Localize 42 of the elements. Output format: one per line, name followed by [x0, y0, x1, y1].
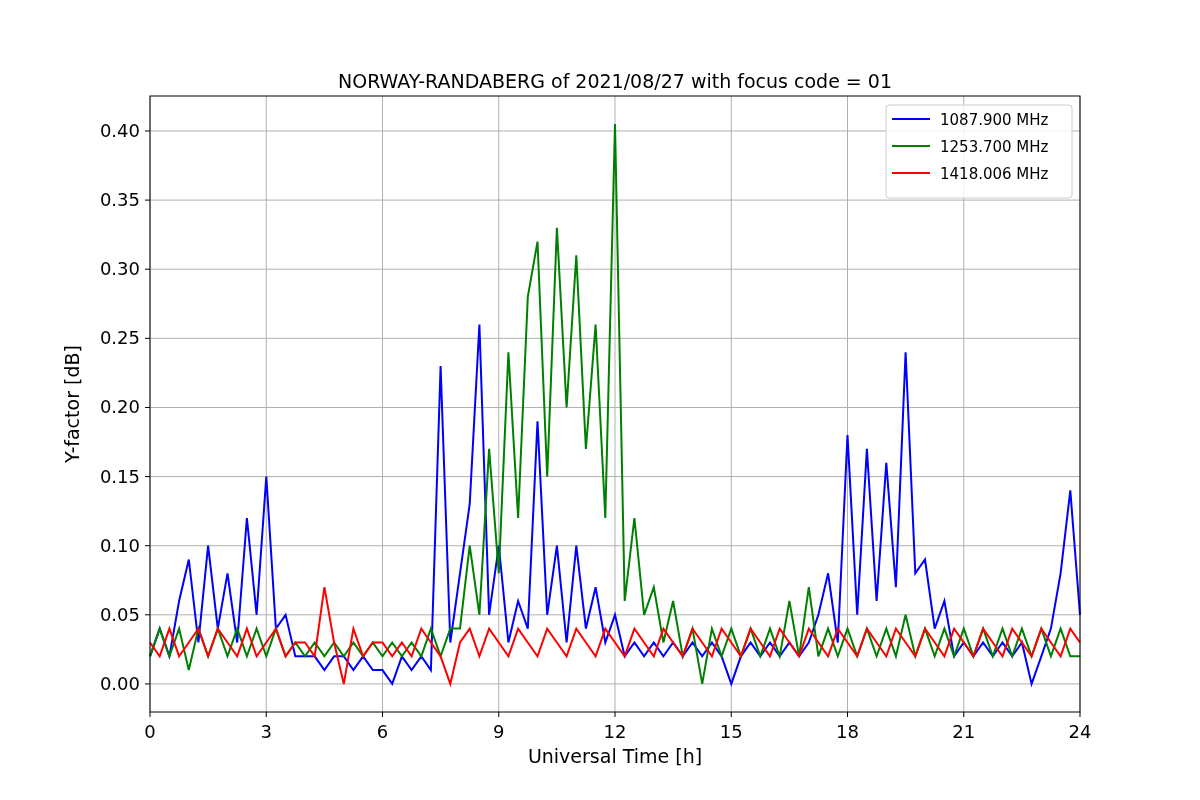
tick-label: 0.20	[99, 396, 140, 418]
tick-mark	[149, 711, 151, 718]
tick-label: 18	[836, 721, 859, 742]
tick-label: 0.10	[99, 534, 140, 556]
legend-label: 1253.700 MHz	[940, 138, 1049, 156]
tick-label: 0.40	[99, 119, 140, 141]
tick-label: 6	[376, 721, 389, 742]
tick-label: 0.25	[99, 327, 140, 349]
tick-mark	[144, 268, 151, 270]
tick-mark	[847, 711, 848, 718]
tick-label: 0.15	[99, 465, 140, 487]
tick-mark	[963, 711, 965, 718]
tick-label: 9	[493, 721, 505, 742]
tick-mark	[144, 337, 151, 339]
tick-mark	[730, 711, 732, 718]
tick-mark	[614, 711, 616, 718]
tick-label: 12	[603, 721, 627, 742]
tick-mark	[1079, 711, 1081, 718]
tick-mark	[144, 130, 151, 132]
tick-mark	[498, 711, 500, 718]
tick-mark	[265, 711, 267, 718]
tick-label: 0.00	[99, 672, 140, 694]
tick-mark	[144, 683, 151, 685]
tick-mark	[144, 614, 151, 616]
axis-label: Y-factor [dB]	[61, 345, 83, 463]
tick-label: 24	[1068, 721, 1092, 742]
tick-label: 3	[260, 721, 272, 742]
tick-label: 15	[719, 721, 743, 742]
tick-label: 0.30	[99, 258, 140, 280]
tick-label: 0	[144, 721, 156, 742]
tick-mark	[144, 406, 151, 408]
tick-mark	[144, 199, 151, 201]
tick-label: 0.35	[99, 189, 140, 211]
tick-label: 21	[952, 721, 976, 742]
tick-mark	[144, 476, 151, 478]
tick-mark	[382, 711, 383, 718]
chart-title: NORWAY-RANDABERG of 2021/08/27 with focus code = 01	[338, 70, 892, 92]
tick-mark	[144, 545, 151, 547]
legend-label: 1418.006 MHz	[940, 165, 1049, 183]
axis-label: Universal Time [h]	[527, 745, 703, 767]
tick-label: 0.05	[99, 603, 140, 625]
legend-label: 1087.900 MHz	[940, 111, 1049, 129]
